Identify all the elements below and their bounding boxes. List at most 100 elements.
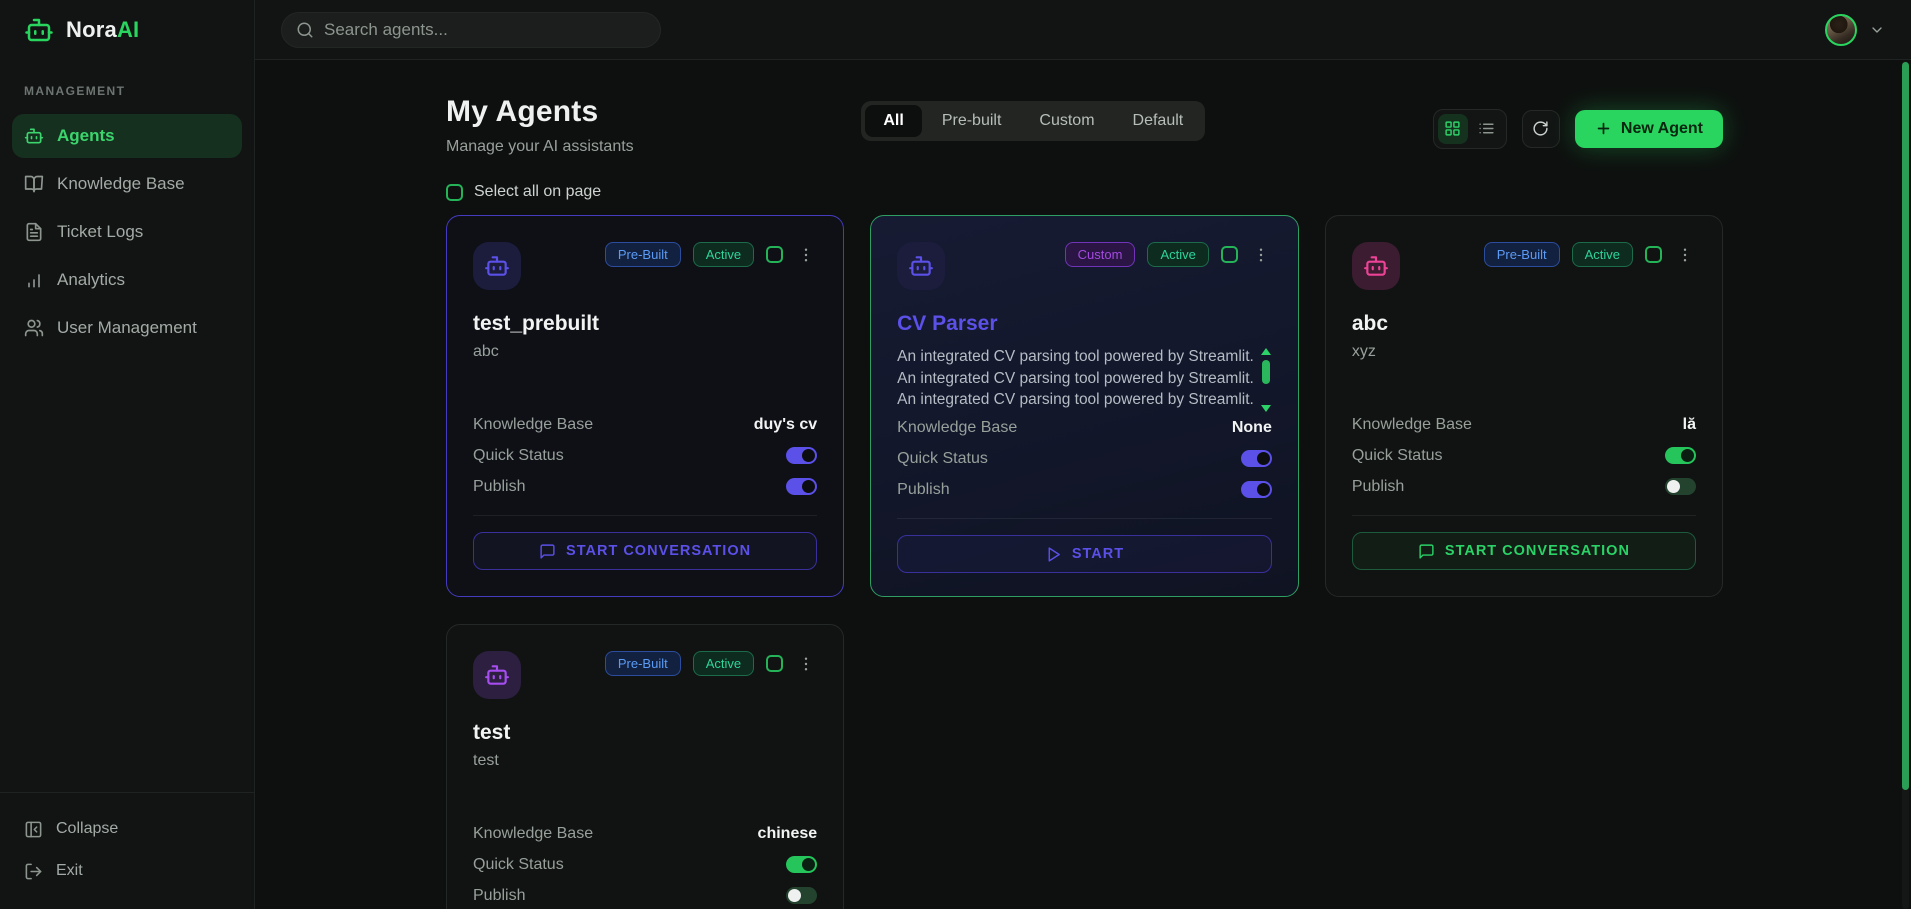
- page-header: My Agents Manage your AI assistants All …: [446, 95, 1723, 156]
- tab-custom[interactable]: Custom: [1021, 105, 1112, 137]
- select-all-checkbox[interactable]: [446, 184, 463, 201]
- card-checkbox[interactable]: [766, 655, 783, 672]
- page-scrollbar-thumb[interactable]: [1902, 62, 1909, 790]
- type-badge: Pre-Built: [1484, 242, 1560, 267]
- main-content: My Agents Manage your AI assistants All …: [255, 60, 1911, 909]
- sidebar-item-user-management[interactable]: User Management: [12, 306, 242, 350]
- bot-icon: [24, 15, 54, 45]
- collapse-button[interactable]: Collapse: [12, 809, 242, 849]
- publish-row: Publish: [473, 471, 817, 502]
- knowledge-base-label: Knowledge Base: [897, 419, 1017, 437]
- nav-section-label: MANAGEMENT: [0, 84, 254, 98]
- refresh-button[interactable]: [1522, 110, 1560, 148]
- knowledge-base-label: Knowledge Base: [1352, 416, 1472, 434]
- publish-label: Publish: [897, 481, 949, 499]
- knowledge-base-label: Knowledge Base: [473, 825, 593, 843]
- action-label: START CONVERSATION: [566, 543, 751, 559]
- select-all-row: Select all on page: [446, 183, 1723, 201]
- description-line: An integrated CV parsing tool powered by…: [897, 368, 1254, 390]
- header-controls: New Agent: [1433, 109, 1723, 149]
- scroll-down-icon[interactable]: [1261, 405, 1271, 412]
- type-badge: Custom: [1065, 242, 1136, 267]
- knowledge-base-label: Knowledge Base: [473, 416, 593, 434]
- bot-icon: [473, 242, 521, 290]
- quick-status-row: Quick Status: [473, 849, 817, 880]
- more-options-icon[interactable]: [1250, 244, 1272, 266]
- knowledge-base-row: Knowledge Base chinese: [473, 818, 817, 849]
- knowledge-base-row: Knowledge Base None: [897, 412, 1272, 443]
- agent-card-test-prebuilt: Pre-Built Active test_prebuilt abc Knowl…: [446, 215, 844, 597]
- more-options-icon[interactable]: [795, 653, 817, 675]
- card-top: Custom Active: [897, 242, 1272, 290]
- card-checkbox[interactable]: [1221, 246, 1238, 263]
- filter-tabs: All Pre-built Custom Default: [861, 101, 1205, 141]
- description-line: An integrated CV parsing tool powered by…: [897, 389, 1254, 411]
- sidebar-item-knowledge-base[interactable]: Knowledge Base: [12, 162, 242, 206]
- brand: NoraAI: [0, 0, 254, 60]
- bot-icon: [24, 126, 44, 146]
- description-scrollbar[interactable]: [1260, 346, 1272, 412]
- action-label: START: [1072, 546, 1124, 562]
- exit-label: Exit: [56, 862, 83, 880]
- bot-icon: [473, 651, 521, 699]
- new-agent-button[interactable]: New Agent: [1575, 110, 1723, 148]
- tab-pre-built[interactable]: Pre-built: [924, 105, 1020, 137]
- agent-name: abc: [1352, 312, 1696, 336]
- description-line: An integrated CV parsing tool powered by…: [897, 346, 1254, 368]
- tab-all[interactable]: All: [865, 105, 921, 137]
- knowledge-base-value: None: [1232, 419, 1272, 437]
- agent-card-cv-parser: Custom Active CV Parser An integrated CV…: [870, 215, 1299, 597]
- sidebar-item-ticket-logs[interactable]: Ticket Logs: [12, 210, 242, 254]
- start-conversation-button[interactable]: START CONVERSATION: [1352, 532, 1696, 570]
- scroll-thumb[interactable]: [1262, 360, 1270, 384]
- more-options-icon[interactable]: [1674, 244, 1696, 266]
- knowledge-base-value: chinese: [758, 825, 818, 843]
- action-label: START CONVERSATION: [1445, 543, 1630, 559]
- card-top: Pre-Built Active: [473, 242, 817, 290]
- play-icon: [1045, 546, 1062, 563]
- sidebar-item-label: Agents: [57, 126, 115, 146]
- agent-card-test: Pre-Built Active test test Knowledge Bas…: [446, 624, 844, 909]
- publish-row: Publish: [473, 880, 817, 909]
- select-all-label: Select all on page: [474, 183, 601, 201]
- type-badge: Pre-Built: [605, 242, 681, 267]
- publish-toggle[interactable]: [1241, 481, 1272, 498]
- chat-icon: [539, 543, 556, 560]
- user-menu[interactable]: [1825, 14, 1885, 46]
- book-open-icon: [24, 174, 44, 194]
- start-conversation-button[interactable]: START CONVERSATION: [473, 532, 817, 570]
- sidebar-item-agents[interactable]: Agents: [12, 114, 242, 158]
- grid-view-button[interactable]: [1438, 114, 1468, 144]
- search-input[interactable]: [324, 20, 646, 40]
- sidebar-nav: MANAGEMENT Agents Knowledge Base Ticket …: [0, 60, 254, 792]
- scroll-up-icon[interactable]: [1261, 348, 1271, 355]
- publish-label: Publish: [473, 478, 525, 496]
- chevron-down-icon[interactable]: [1869, 22, 1885, 38]
- agent-name: test_prebuilt: [473, 312, 817, 336]
- agent-description: An integrated CV parsing tool powered by…: [897, 346, 1254, 412]
- search-box[interactable]: [281, 12, 661, 48]
- tab-default[interactable]: Default: [1115, 105, 1202, 137]
- avatar[interactable]: [1825, 14, 1857, 46]
- list-view-button[interactable]: [1472, 114, 1502, 144]
- card-top: Pre-Built Active: [473, 651, 817, 699]
- card-checkbox[interactable]: [1645, 246, 1662, 263]
- publish-toggle[interactable]: [786, 478, 817, 495]
- quick-status-toggle[interactable]: [786, 856, 817, 873]
- start-button[interactable]: START: [897, 535, 1272, 573]
- exit-button[interactable]: Exit: [12, 851, 242, 891]
- quick-status-row: Quick Status: [473, 440, 817, 471]
- quick-status-toggle[interactable]: [1241, 450, 1272, 467]
- more-options-icon[interactable]: [795, 244, 817, 266]
- sidebar-item-analytics[interactable]: Analytics: [12, 258, 242, 302]
- publish-toggle[interactable]: [1665, 478, 1696, 495]
- publish-toggle[interactable]: [786, 887, 817, 904]
- quick-status-toggle[interactable]: [1665, 447, 1696, 464]
- quick-status-toggle[interactable]: [786, 447, 817, 464]
- knowledge-base-row: Knowledge Base duy's cv: [473, 409, 817, 440]
- new-agent-label: New Agent: [1621, 120, 1703, 138]
- card-checkbox[interactable]: [766, 246, 783, 263]
- bar-chart-icon: [24, 270, 44, 290]
- knowledge-base-value: duy's cv: [754, 416, 817, 434]
- panel-collapse-icon: [24, 820, 43, 839]
